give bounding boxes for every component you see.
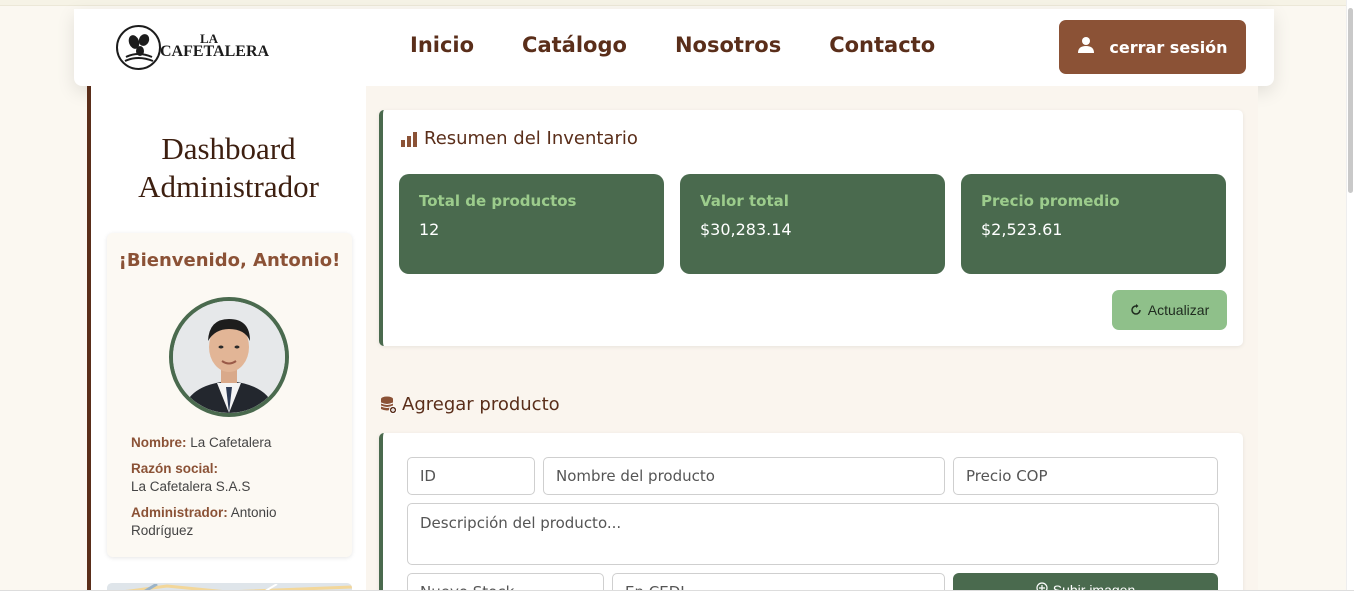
- nav-links: Inicio Catálogo Nosotros Contacto: [410, 33, 983, 57]
- nav-link-contacto[interactable]: Contacto: [829, 33, 935, 57]
- logout-label: cerrar sesión: [1109, 37, 1228, 57]
- brand-logo[interactable]: LA CAFETALERA: [116, 25, 270, 71]
- database-add-icon: [380, 396, 397, 414]
- user-icon: [1077, 36, 1095, 59]
- inventory-title: Resumen del Inventario: [400, 128, 638, 149]
- nav-link-inicio[interactable]: Inicio: [410, 33, 474, 57]
- stat-value: $2,523.61: [981, 220, 1063, 239]
- placeholder: Descripción del producto...: [420, 514, 622, 532]
- nav-link-catalogo[interactable]: Catálogo: [522, 33, 627, 57]
- razon-social-label: Razón social:: [131, 461, 219, 476]
- bar-chart-icon: [400, 131, 418, 147]
- coffee-logo-icon: [116, 25, 161, 70]
- navbar: LA CAFETALERA Inicio Catálogo Nosotros C…: [74, 9, 1274, 86]
- stat-card-average-price: Precio promedio $2,523.61: [961, 174, 1226, 274]
- page-scrollbar[interactable]: [1346, 0, 1354, 595]
- product-id-input[interactable]: ID: [407, 457, 535, 495]
- product-price-input[interactable]: Precio COP: [953, 457, 1218, 495]
- stat-label: Total de productos: [419, 192, 577, 210]
- main-content: Resumen del Inventario Total de producto…: [366, 86, 1258, 595]
- refresh-label: Actualizar: [1147, 302, 1210, 318]
- refresh-button[interactable]: Actualizar: [1112, 290, 1227, 330]
- add-product-title: Agregar producto: [380, 394, 560, 415]
- dashboard-title-line2: Administrador: [138, 169, 319, 204]
- nombre-label: Nombre:: [131, 435, 187, 450]
- add-product-form: ID Nombre del producto Precio COP Descri…: [379, 433, 1243, 595]
- dashboard-title: Dashboard Administrador: [91, 130, 366, 206]
- avatar: [169, 297, 289, 417]
- inventory-title-text: Resumen del Inventario: [424, 128, 638, 149]
- placeholder: Precio COP: [966, 467, 1048, 485]
- product-name-input[interactable]: Nombre del producto: [543, 457, 945, 495]
- refresh-icon: [1130, 304, 1142, 316]
- administrador-label: Administrador:: [131, 505, 228, 520]
- company-info: Nombre: La Cafetalera Razón social: La C…: [131, 434, 331, 548]
- stat-card-total-products: Total de productos 12: [399, 174, 664, 274]
- inventory-summary-card: Resumen del Inventario Total de producto…: [379, 110, 1243, 346]
- stat-card-total-value: Valor total $30,283.14: [680, 174, 945, 274]
- dashboard-title-line1: Dashboard: [161, 131, 296, 166]
- add-product-title-text: Agregar producto: [402, 394, 560, 415]
- stat-label: Valor total: [700, 192, 789, 210]
- welcome-message: ¡Bienvenido, Antonio!: [118, 250, 341, 271]
- logo-name-text: CAFETALERA: [160, 43, 270, 60]
- placeholder: ID: [420, 467, 436, 485]
- nombre-value: La Cafetalera: [190, 435, 272, 450]
- stat-value: 12: [419, 220, 440, 239]
- sidebar: Dashboard Administrador ¡Bienvenido, Ant…: [87, 86, 366, 595]
- welcome-card: ¡Bienvenido, Antonio! Nombre: La Cafetal…: [107, 233, 352, 557]
- nav-link-nosotros[interactable]: Nosotros: [675, 33, 781, 57]
- window-bottom-strip: [0, 590, 1354, 595]
- logout-button[interactable]: cerrar sesión: [1059, 20, 1246, 74]
- stat-value: $30,283.14: [700, 220, 792, 239]
- window-top-strip: [0, 0, 1354, 6]
- stat-label: Precio promedio: [981, 192, 1120, 210]
- razon-social-value: La Cafetalera S.A.S: [131, 479, 251, 494]
- placeholder: Nombre del producto: [556, 467, 715, 485]
- product-description-textarea[interactable]: Descripción del producto...: [407, 503, 1219, 565]
- scrollbar-thumb[interactable]: [1348, 8, 1353, 193]
